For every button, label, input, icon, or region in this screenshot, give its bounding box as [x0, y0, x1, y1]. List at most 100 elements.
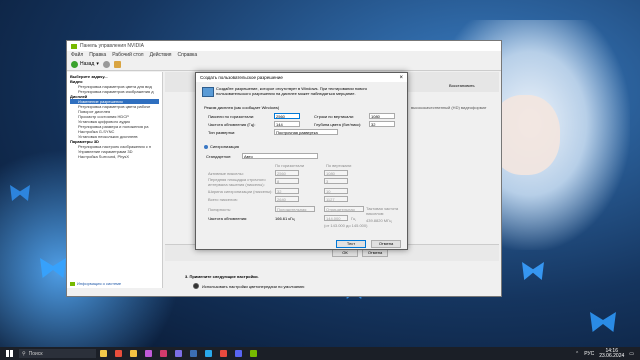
- dialog-cancel-button[interactable]: Отмена: [371, 240, 401, 248]
- pixel-clock-text: Тактовая частота пикселов:: [366, 206, 399, 216]
- refresh-h-value: 166.61 кГц: [275, 216, 295, 221]
- front-h-input[interactable]: 8: [275, 178, 299, 184]
- col-vertical-header: По вертикали: [326, 163, 352, 168]
- system-info-link[interactable]: Информация о системе: [77, 281, 121, 286]
- polarity-v-select[interactable]: Отрицательная: [324, 206, 364, 212]
- app-icon-game[interactable]: [100, 350, 107, 357]
- color-depth-label: Глубина цвета (бит/пикс):: [314, 122, 362, 127]
- task-tree: Выберите задачу... Видео Регулировка пара…: [67, 72, 163, 288]
- vertical-lines-input[interactable]: 1080: [369, 113, 395, 119]
- pixel-clock-value: 439.8820 МГц: [366, 218, 392, 223]
- monitor-icon: [202, 87, 214, 97]
- polarity-h-select[interactable]: Положительная: [275, 206, 315, 212]
- home-icon[interactable]: [113, 60, 121, 68]
- chevron-down-icon: ▾: [96, 61, 99, 67]
- menu-edit[interactable]: Правка: [89, 52, 106, 58]
- back-button[interactable]: Назад ▾: [71, 60, 99, 68]
- width-h-input[interactable]: 32: [275, 188, 299, 194]
- menu-file[interactable]: Файл: [71, 52, 83, 58]
- system-tray: ⌃ РУС 14:16 23.06.2024 ▭: [575, 348, 634, 359]
- start-icon[interactable]: [6, 350, 13, 357]
- main-cancel-button[interactable]: Отмена: [362, 249, 388, 257]
- main-ok-button[interactable]: ОК: [332, 249, 358, 257]
- collapse-icon[interactable]: [204, 144, 208, 149]
- window-titlebar[interactable]: Панель управления NVIDIA: [67, 41, 501, 51]
- search-label: Поиск: [28, 350, 43, 357]
- color-depth-select[interactable]: 32: [369, 121, 395, 127]
- total-v-input[interactable]: 1127: [324, 196, 348, 202]
- refresh-rate-input[interactable]: 144: [274, 121, 300, 127]
- app-icon-store[interactable]: [175, 350, 182, 357]
- app-icon-media[interactable]: [160, 350, 167, 357]
- active-v-input[interactable]: 1080: [324, 170, 348, 176]
- pixel-clock-label: Тактовая частота пикселов:: [366, 206, 402, 216]
- wallpaper-butterfly: [590, 312, 616, 332]
- menu-actions[interactable]: Действия: [150, 52, 172, 58]
- app-icon-music[interactable]: [220, 350, 227, 357]
- restore-defaults-link[interactable]: Восстановить: [449, 83, 475, 88]
- forward-arrow-icon[interactable]: [102, 60, 110, 68]
- menu-desktop[interactable]: Рабочий стол: [112, 52, 143, 58]
- search-box[interactable]: ⚲ Поиск: [19, 349, 96, 358]
- front-porch-label: Передняя площадка строчного интервала га…: [208, 177, 272, 187]
- width-v-input[interactable]: 10: [324, 188, 348, 194]
- vertical-lines-label: Строки по вертикали:: [314, 114, 355, 119]
- refresh-label: Частота обновления:: [208, 216, 248, 221]
- tree-item[interactable]: Настройка Surround, PhysX: [70, 154, 159, 159]
- notifications-icon[interactable]: ▭: [629, 351, 634, 357]
- window-title: Панель управления NVIDIA: [80, 43, 144, 49]
- clock[interactable]: 14:16 23.06.2024: [599, 348, 625, 359]
- close-icon[interactable]: ×: [399, 75, 403, 81]
- clock-date: 23.06.2024: [599, 352, 625, 359]
- nvidia-logo-icon: [71, 43, 77, 49]
- app-icon-chat[interactable]: [145, 350, 152, 357]
- front-porch-text: Передняя площадка строчного интервала га…: [208, 177, 266, 187]
- radio-button[interactable]: [193, 283, 199, 289]
- app-icon-discord[interactable]: [235, 350, 242, 357]
- custom-resolution-dialog: Создать пользовательское разрешение × Со…: [195, 72, 408, 250]
- refresh-v-input[interactable]: 144.000: [324, 215, 348, 221]
- taskbar: ⚲ Поиск ⌃ РУС 14:16 23.06.2024 ▭: [0, 347, 640, 360]
- sync-width-label: Ширина синхронизации (пикселы):: [208, 189, 273, 194]
- front-v-input[interactable]: 3: [324, 178, 348, 184]
- dialog-description: Создайте разрешение, которое отсутствует…: [216, 86, 368, 96]
- app-icon-explorer[interactable]: [130, 350, 137, 357]
- sysinfo-row: Информация о системе: [70, 281, 121, 286]
- active-h-input[interactable]: 2560: [275, 170, 299, 176]
- language-indicator[interactable]: РУС: [584, 351, 594, 357]
- menu-help[interactable]: Справка: [178, 52, 198, 58]
- info-text: высококачественный (HD) видеоформат: [411, 105, 487, 110]
- tray-chevron-icon[interactable]: ⌃: [575, 351, 579, 357]
- refresh-range: (от 143.000 до 145.000): [324, 223, 368, 228]
- back-arrow-icon: [71, 60, 78, 68]
- toolbar: Назад ▾: [67, 58, 501, 71]
- sync-row: Синхронизация: [204, 144, 239, 149]
- app-icon-steam[interactable]: [190, 350, 197, 357]
- app-icon-nvidia[interactable]: [250, 350, 257, 357]
- search-icon: ⚲: [22, 350, 26, 357]
- mode-label: Режим дисплея (как сообщает Windows): [204, 105, 280, 110]
- standard-select[interactable]: Авто: [242, 153, 318, 159]
- refresh-rate-label: Частота обновления (Гц):: [208, 122, 256, 127]
- app-icon-browser[interactable]: [115, 350, 122, 357]
- total-h-input[interactable]: 2640: [275, 196, 299, 202]
- section3-option-label: Использовать настройки цветопередачи по …: [202, 283, 305, 289]
- horizontal-pixels-input[interactable]: 2560: [274, 113, 300, 119]
- horizontal-pixels-label: Пиксели по горизонтали:: [208, 114, 255, 119]
- section3-option-row: Использовать настройки цветопередачи по …: [193, 283, 304, 289]
- wallpaper-butterfly: [522, 262, 544, 280]
- refresh-v-unit: Гц: [351, 216, 356, 221]
- back-label: Назад: [80, 61, 95, 67]
- dialog-titlebar[interactable]: Создать пользовательское разрешение ×: [196, 73, 407, 82]
- scan-type-label: Тип развертки:: [208, 130, 236, 135]
- sync-label: Синхронизация: [210, 144, 239, 149]
- standard-label: Стандартное:: [206, 154, 232, 159]
- total-pixels-label: Всего пикселов:: [208, 197, 238, 202]
- scan-type-select[interactable]: Построчная развертка: [274, 129, 338, 135]
- menu-bar: Файл Правка Рабочий стол Действия Справк…: [67, 51, 501, 58]
- col-horizontal-header: По горизонтали: [275, 163, 305, 168]
- active-pixels-label: Активные пикселы:: [208, 171, 244, 176]
- app-icon-telegram[interactable]: [205, 350, 212, 357]
- test-button[interactable]: Тест: [336, 240, 366, 248]
- nvidia-logo-icon: [70, 281, 75, 286]
